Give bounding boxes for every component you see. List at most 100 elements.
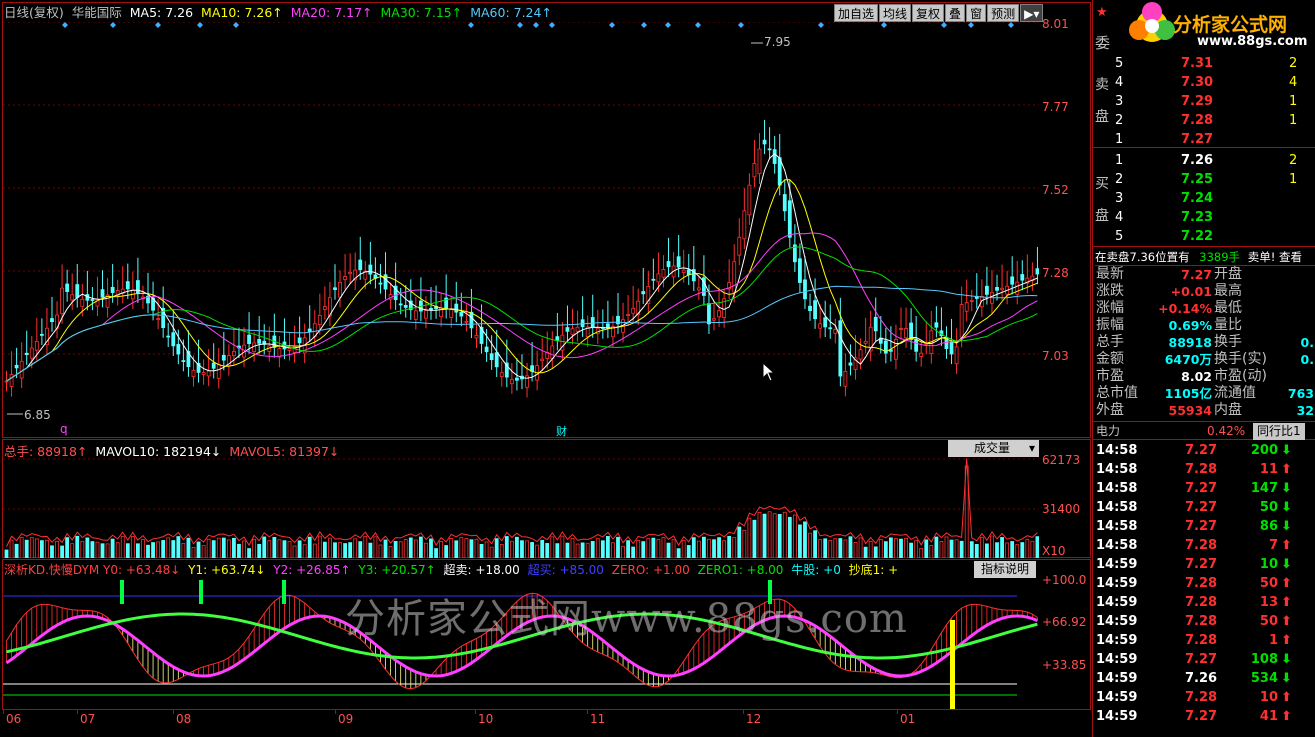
candle-body (206, 370, 211, 377)
tick-row[interactable]: 14:59 7.28 10 ⬆ (1093, 688, 1315, 707)
ma-button[interactable]: 均线 (879, 4, 912, 22)
date-axis: 06 07 08 09 10 11 12 01 (2, 710, 1091, 730)
candle-body (29, 347, 34, 359)
volume-bar (737, 526, 742, 558)
volume-axis-label: 62173 (1042, 453, 1081, 467)
candle-body (762, 139, 767, 145)
tick-row[interactable]: 14:59 7.28 1 ⬆ (1093, 631, 1315, 650)
volume-bar (798, 524, 802, 558)
volume-bar (696, 540, 701, 558)
oversold-value: 超卖: +18.00 (443, 563, 520, 577)
tick-row[interactable]: 14:59 7.28 13 ⬆ (1093, 593, 1315, 612)
quote-row: 总市值 1105亿 流通值 763 (1093, 385, 1315, 402)
volume-bar (873, 546, 878, 558)
peer-compare-button[interactable]: 同行比1 (1253, 423, 1305, 440)
candle-body (403, 305, 408, 308)
volume-bar (166, 537, 171, 558)
candle-body (681, 269, 686, 273)
signal-diamond (155, 22, 161, 28)
sell-row[interactable]: 4 7.30 4 (1093, 73, 1315, 92)
tick-row[interactable]: 14:58 7.27 50 ⬇ (1093, 498, 1315, 517)
volume-bar (60, 545, 64, 558)
signal-diamond (695, 22, 701, 28)
sell-side: 卖 盘 5 7.31 2 4 7.30 4 3 7.29 1 2 7.28 1 1 7.27 (1093, 52, 1315, 148)
ma30-value: MA30: 7.15↑ (380, 5, 463, 20)
indicator-help-button[interactable]: 指标说明 (974, 561, 1036, 578)
buy-row[interactable]: 5 7.22 (1093, 227, 1315, 246)
date-axis-label: 07 (80, 712, 96, 726)
add-watchlist-button[interactable]: 加自选 (834, 4, 879, 22)
tick-row[interactable]: 14:59 7.26 534 ⬇ (1093, 669, 1315, 688)
quote-key: 外盘 (1096, 402, 1124, 418)
sell-row[interactable]: 1 7.27 (1093, 130, 1315, 149)
buy-row[interactable]: 1 7.26 2 (1093, 151, 1315, 170)
volume-chart[interactable] (3, 458, 1039, 558)
quote-panel: 最新 7.27 开盘 涨跌 +0.01 最高 涨幅 +0.14% 最低 振幅 0.69% 量比 总手 88… (1093, 266, 1315, 420)
candle-body (641, 291, 646, 295)
sell-row[interactable]: 2 7.28 1 (1093, 111, 1315, 130)
logo-url: www.88gs.com (1197, 34, 1308, 49)
buy-row[interactable]: 3 7.24 (1093, 189, 1315, 208)
indicator-header: 深析KD.快慢DYM Y0: +63.48↓ Y1: +63.74↓ Y2: +… (4, 561, 898, 578)
tick-row[interactable]: 14:59 7.28 50 ⬆ (1093, 612, 1315, 631)
quote-value2: 0. (1300, 352, 1314, 367)
arrow-up-icon: ⬆ (1281, 709, 1292, 724)
volume-bar (570, 537, 575, 558)
overlay-button[interactable]: 叠 (945, 4, 966, 22)
volume-bar (1010, 541, 1015, 558)
volume-bar (565, 542, 570, 558)
volume-bar (34, 538, 39, 558)
tick-row[interactable]: 14:59 7.27 41 ⬆ (1093, 707, 1315, 726)
big-order-notice[interactable]: 在卖盘7.36位置有 3389手 卖单! 查看 (1095, 248, 1315, 266)
tick-row[interactable]: 14:58 7.28 7 ⬆ (1093, 536, 1315, 555)
quote-value: 0.69% (1168, 318, 1212, 333)
tick-volume: 10 (1259, 690, 1278, 705)
tick-row[interactable]: 14:58 7.27 86 ⬇ (1093, 517, 1315, 536)
sell-row[interactable]: 3 7.29 1 (1093, 92, 1315, 111)
tick-time: 14:59 (1096, 576, 1138, 591)
candle-body (494, 352, 499, 368)
volume-bar (545, 543, 550, 558)
chaodi-value: 抄底1: + (848, 563, 899, 577)
tick-list[interactable]: 14:58 7.27 200 ⬇ 14:58 7.28 11 ⬆ 14:58 7.27 147 ⬇ 14… (1093, 441, 1315, 737)
sell-row[interactable]: 5 7.31 2 (1093, 54, 1315, 73)
tick-row[interactable]: 14:58 7.27 147 ⬇ (1093, 479, 1315, 498)
sell-volume: 1 (1289, 94, 1298, 109)
date-tick (3, 710, 4, 714)
tick-row[interactable]: 14:59 7.28 50 ⬆ (1093, 574, 1315, 593)
candlestick-chart[interactable] (3, 22, 1039, 438)
notice-link[interactable]: 卖单! 查看 (1248, 250, 1302, 264)
volume-bar (666, 542, 671, 558)
tick-row[interactable]: 14:59 7.27 108 ⬇ (1093, 650, 1315, 669)
volume-bar (722, 540, 727, 558)
candle-body (60, 287, 64, 314)
forecast-button[interactable]: 预测 (987, 4, 1020, 22)
sector-name[interactable]: 电力 (1096, 422, 1120, 441)
quote-key: 最新 (1096, 266, 1124, 282)
volume-bar (232, 537, 236, 558)
period-label[interactable]: 日线(复权) (4, 5, 64, 20)
buy-row[interactable]: 2 7.25 1 (1093, 170, 1315, 189)
volume-bar (681, 540, 686, 558)
volume-bar (631, 546, 636, 558)
finance-marker[interactable]: 财 (556, 423, 567, 439)
tick-row[interactable]: 14:58 7.28 11 ⬆ (1093, 460, 1315, 479)
quote-key: 涨跌 (1096, 283, 1124, 299)
candle-body (4, 380, 9, 383)
arrow-up-icon: ⬆ (1281, 576, 1292, 591)
buy-row[interactable]: 4 7.23 (1093, 208, 1315, 227)
arrow-down-icon: ⬇ (1281, 500, 1292, 515)
tick-row[interactable]: 14:59 7.27 10 ⬇ (1093, 555, 1315, 574)
volume-bar (4, 549, 9, 558)
volume-bar (833, 538, 838, 558)
volume-bar (712, 539, 716, 558)
tick-row[interactable]: 14:58 7.27 200 ⬇ (1093, 441, 1315, 460)
candle-body (317, 314, 322, 325)
volume-selector[interactable]: 成交量 ▾ (948, 440, 1039, 457)
window-button[interactable]: 窗 (966, 4, 987, 22)
indicator-name[interactable]: 深析KD.快慢DYM (4, 563, 99, 577)
volume-bar (818, 539, 823, 558)
flag-dropdown-button[interactable]: ▶▾ (1020, 4, 1044, 22)
adjust-button[interactable]: 复权 (912, 4, 945, 22)
volume-bar (888, 537, 893, 558)
